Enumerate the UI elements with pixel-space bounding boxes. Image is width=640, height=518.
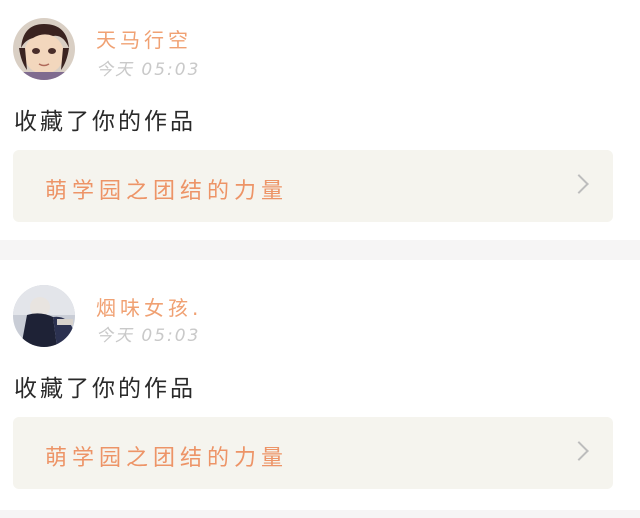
notification-feed: 天马行空 今天 05:03 收藏了你的作品 萌学园之团结的力量 烟味女孩. 今天… bbox=[0, 0, 640, 518]
notification-card: 天马行空 今天 05:03 收藏了你的作品 萌学园之团结的力量 bbox=[0, 0, 640, 240]
work-title: 萌学园之团结的力量 bbox=[45, 446, 289, 471]
work-link-card[interactable]: 萌学园之团结的力量 bbox=[13, 417, 613, 489]
action-text: 收藏了你的作品 bbox=[14, 109, 196, 135]
avatar-photo bbox=[13, 285, 75, 347]
chevron-right-icon bbox=[569, 441, 589, 461]
work-link-card[interactable]: 萌学园之团结的力量 bbox=[13, 150, 613, 222]
timestamp: 今天 05:03 bbox=[96, 60, 201, 80]
username[interactable]: 天马行空 bbox=[96, 24, 192, 53]
action-text: 收藏了你的作品 bbox=[14, 376, 196, 402]
avatar-illustration bbox=[13, 18, 75, 80]
timestamp: 今天 05:03 bbox=[96, 326, 201, 346]
section-divider bbox=[0, 510, 640, 518]
user-avatar-icon[interactable] bbox=[13, 285, 75, 347]
user-avatar-icon[interactable] bbox=[13, 18, 75, 80]
chevron-right-icon bbox=[569, 174, 589, 194]
section-divider bbox=[0, 240, 640, 260]
notification-card: 烟味女孩. 今天 05:03 收藏了你的作品 萌学园之团结的力量 bbox=[0, 260, 640, 510]
work-title: 萌学园之团结的力量 bbox=[45, 179, 289, 204]
username[interactable]: 烟味女孩. bbox=[96, 292, 202, 321]
